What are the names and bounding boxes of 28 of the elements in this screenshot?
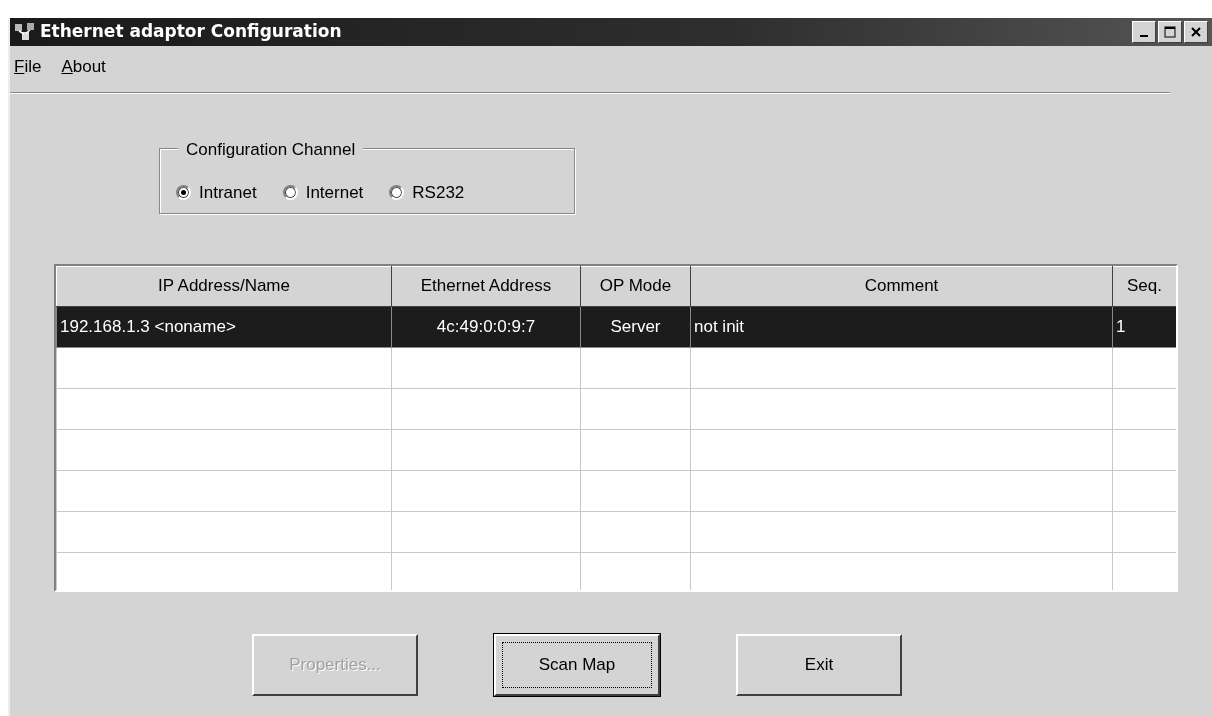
network-icon [14,22,36,42]
table-cell: not init [690,306,1113,347]
maximize-icon [1164,26,1176,38]
column-header[interactable]: OP Mode [580,266,691,306]
maximize-button[interactable] [1158,21,1182,43]
column-header[interactable]: Ethernet Address [391,266,581,306]
table-cell: 1 [1112,306,1176,347]
menu-item[interactable]: File [14,54,42,80]
menu-item[interactable]: About [61,54,106,80]
column-header[interactable]: IP Address/Name [56,266,392,306]
radio-label: Intranet [199,181,257,204]
column-header[interactable]: Seq. [1112,266,1176,306]
window-title: Ethernet adaptor Configuration [40,20,342,44]
minimize-button[interactable] [1132,21,1156,43]
table-cell: 192.168.1.3 <noname> [56,306,392,347]
radio-label: Internet [305,181,364,204]
action-button[interactable]: Scan Map [494,633,660,696]
close-button[interactable] [1184,21,1208,43]
minimize-icon [1140,35,1148,37]
radio-button[interactable] [389,185,405,200]
column-header[interactable]: Comment [690,266,1113,306]
action-button[interactable]: Exit [736,633,902,696]
close-icon [1190,26,1202,38]
radio-button[interactable] [282,185,298,200]
radio-button[interactable] [176,185,191,200]
table-cell: Server [580,306,691,347]
table-cell: 4c:49:0:0:9:7 [391,306,581,347]
radio-label: RS232 [412,181,465,204]
